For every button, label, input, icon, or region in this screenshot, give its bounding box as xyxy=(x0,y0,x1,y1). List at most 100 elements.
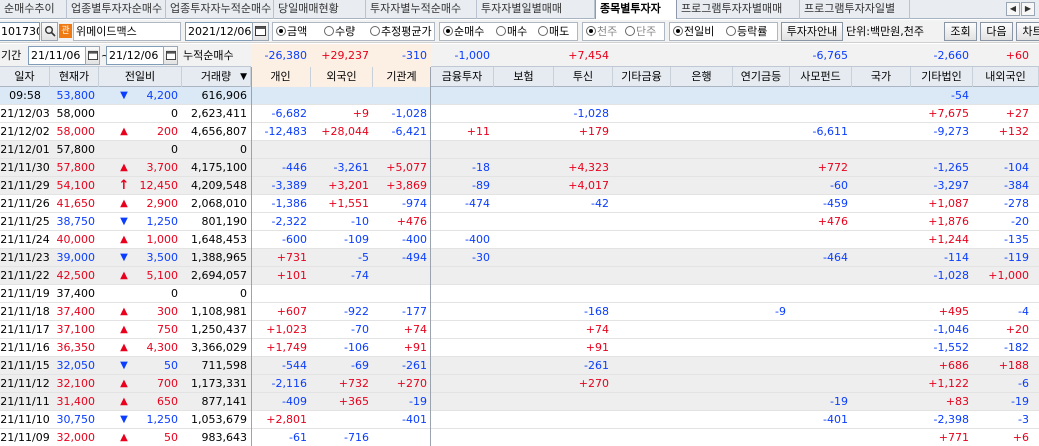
table-row[interactable]: 21/12/03 58,000 0 2,623,411 -6,682 +9 -1,028 -1… xyxy=(0,105,1039,123)
col-private-fund[interactable]: 사모펀드 xyxy=(790,67,852,87)
foreign-cell: -70 xyxy=(351,323,369,336)
col-pension[interactable]: 연기금등 xyxy=(733,67,790,87)
tab-scroll-left-icon[interactable]: ◀ xyxy=(1006,2,1020,16)
table-row[interactable]: 21/11/09 32,000 ▲ 50 983,643 -61 -716 +771 +6 xyxy=(0,429,1039,446)
price-cell: 58,000 xyxy=(56,125,96,138)
change-cell: 3,500 xyxy=(146,251,179,264)
col-financial[interactable]: 금융투자 xyxy=(431,67,494,87)
radio-single-shares[interactable]: 단주 xyxy=(625,23,656,40)
period-to-input[interactable]: 21/12/06 xyxy=(106,46,164,65)
tab-6[interactable]: 투자자별일별매매 xyxy=(477,0,595,19)
bank-cell xyxy=(671,195,733,213)
radio-thousand-shares[interactable]: 천주 xyxy=(586,23,617,40)
col-nation[interactable]: 국가 xyxy=(852,67,911,87)
radio-net-buy[interactable]: 순매수 xyxy=(443,23,484,40)
col-change[interactable]: 전일비 xyxy=(99,67,182,87)
table-row[interactable]: 21/11/24 40,000 ▲ 1,000 1,648,453 -600 -109 -40… xyxy=(0,231,1039,249)
col-other-finance[interactable]: 기타금융 xyxy=(613,67,671,87)
table-row[interactable]: 21/11/30 57,800 ▲ 3,700 4,175,100 -446 -3,261 +… xyxy=(0,159,1039,177)
private-fund-cell: -401 xyxy=(823,413,848,426)
table-row[interactable]: 21/11/10 30,750 ▼ 1,250 1,053,679 +2,801 -401 -… xyxy=(0,411,1039,429)
col-price[interactable]: 현재가 xyxy=(50,67,99,87)
table-row[interactable]: 21/11/29 54,100 ↑ 12,450 4,209,548 -3,389 +3,2… xyxy=(0,177,1039,195)
col-bank[interactable]: 은행 xyxy=(671,67,733,87)
tab-8[interactable]: 프로그램투자자별매매 xyxy=(677,0,800,19)
search-icon[interactable] xyxy=(41,22,58,41)
radio-amount[interactable]: 금액 xyxy=(276,23,307,40)
table-row[interactable]: 21/11/23 39,000 ▼ 3,500 1,388,965 +731 -5 -494 -… xyxy=(0,249,1039,267)
table-row[interactable]: 21/12/02 58,000 ▲ 200 4,656,807 -12,483 +28,04… xyxy=(0,123,1039,141)
tab-4[interactable]: 당일매매현황 xyxy=(274,0,366,19)
col-domestic-foreign[interactable]: 내외국인 xyxy=(973,67,1039,87)
private-fund-cell xyxy=(790,303,852,321)
radio-avg-price[interactable]: 추정평균가 xyxy=(370,23,432,40)
period-from-input[interactable]: 21/11/06 xyxy=(28,46,86,65)
table-row[interactable]: 21/11/25 38,750 ▼ 1,250 801,190 -2,322 -10 +476… xyxy=(0,213,1039,231)
domestic-foreign-cell xyxy=(973,87,1033,105)
calendar-icon[interactable] xyxy=(85,46,100,65)
private-fund-cell xyxy=(790,267,852,285)
individual-cell: -3,389 xyxy=(271,179,307,192)
table-row[interactable]: 21/12/01 57,800 0 0 xyxy=(0,141,1039,159)
table-row[interactable]: 21/11/19 37,400 0 0 xyxy=(0,285,1039,303)
institution-cell xyxy=(373,87,431,105)
tab-5[interactable]: 투자자별누적순매수 xyxy=(366,0,477,19)
other-finance-cell xyxy=(613,141,671,159)
radio-dot-icon xyxy=(538,26,548,36)
table-row[interactable]: 21/11/16 36,350 ▲ 4,300 3,366,029 +1,749 -106 +… xyxy=(0,339,1039,357)
private-fund-cell xyxy=(790,231,852,249)
table-row[interactable]: 21/11/12 32,100 ▲ 700 1,173,331 -2,116 +732 +27… xyxy=(0,375,1039,393)
table-row[interactable]: 21/11/18 37,400 ▲ 300 1,108,981 +607 -922 -177 -… xyxy=(0,303,1039,321)
total-domestic-foreign: +60 xyxy=(1005,49,1029,62)
stock-code-input[interactable]: 101730 xyxy=(0,22,40,41)
table-row[interactable]: 09:58 53,800 ▼ 4,200 616,906 -54 xyxy=(0,87,1039,105)
institution-cell: -1,028 xyxy=(391,107,427,120)
tab-7[interactable]: 종목별투자자 xyxy=(595,0,677,19)
calendar-icon[interactable] xyxy=(163,46,178,65)
other-finance-cell xyxy=(613,159,671,177)
calendar-icon[interactable] xyxy=(252,22,269,41)
tab-2[interactable]: 업종별투자자순매수 xyxy=(67,0,166,19)
tab-9[interactable]: 프로그램투자자일별 xyxy=(800,0,910,19)
foreign-cell: -109 xyxy=(344,233,369,246)
domestic-foreign-cell: -384 xyxy=(1004,179,1029,192)
radio-quantity[interactable]: 수량 xyxy=(324,23,355,40)
col-institution[interactable]: 기관계 xyxy=(373,67,431,87)
radio-change[interactable]: 전일비 xyxy=(673,23,714,40)
col-trust[interactable]: 투신 xyxy=(554,67,613,87)
col-volume[interactable]: 거래량 ▼ xyxy=(182,67,251,87)
radio-sell[interactable]: 매도 xyxy=(538,23,569,40)
table-row[interactable]: 21/11/17 37,100 ▲ 750 1,250,437 +1,023 -70 +74 +… xyxy=(0,321,1039,339)
table-row[interactable]: 21/11/11 31,400 ▲ 650 877,141 -409 +365 -19 -19 +… xyxy=(0,393,1039,411)
financial-cell: +11 xyxy=(466,125,490,138)
col-other-corp[interactable]: 기타법인 xyxy=(911,67,973,87)
search-button[interactable]: 조회 xyxy=(944,22,977,41)
date-input[interactable]: 2021/12/06 xyxy=(185,22,253,41)
col-date[interactable]: 일자 xyxy=(0,67,50,87)
col-foreign[interactable]: 외국인 xyxy=(311,67,373,87)
next-button[interactable]: 다음 xyxy=(980,22,1013,41)
col-insurance[interactable]: 보험 xyxy=(494,67,554,87)
radio-change-rate[interactable]: 등락률 xyxy=(726,23,767,40)
tab-3[interactable]: 업종투자자누적순매수 xyxy=(166,0,274,19)
individual-cell: +731 xyxy=(276,251,307,264)
foreign-cell: -74 xyxy=(351,269,369,282)
sort-down-icon[interactable]: ▼ xyxy=(240,67,247,87)
table-row[interactable]: 21/11/15 32,050 ▼ 50 711,598 -544 -69 -261 -261 +… xyxy=(0,357,1039,375)
investor-info-button[interactable]: 투자자안내 xyxy=(781,22,843,41)
chart-button[interactable]: 차트 xyxy=(1016,22,1039,41)
table-row[interactable]: 21/11/22 42,500 ▲ 5,100 2,694,057 +101 -74 -1,0… xyxy=(0,267,1039,285)
volume-cell: 1,108,981 xyxy=(191,305,247,318)
individual-cell: -6,682 xyxy=(271,107,307,120)
col-individual[interactable]: 개인 xyxy=(251,67,311,87)
change-cell: 3,700 xyxy=(146,161,179,174)
date-cell: 21/11/29 xyxy=(0,179,50,192)
date-cell: 21/11/15 xyxy=(0,359,50,372)
pension-cell xyxy=(733,213,790,231)
radio-dot-icon xyxy=(496,26,506,36)
radio-buy[interactable]: 매수 xyxy=(496,23,527,40)
table-row[interactable]: 21/11/26 41,650 ▲ 2,900 2,068,010 -1,386 +1,55… xyxy=(0,195,1039,213)
tab-scroll-right-icon[interactable]: ▶ xyxy=(1021,2,1035,16)
tab-1[interactable]: 순매수추이 xyxy=(0,0,67,19)
foreign-cell xyxy=(311,411,373,429)
